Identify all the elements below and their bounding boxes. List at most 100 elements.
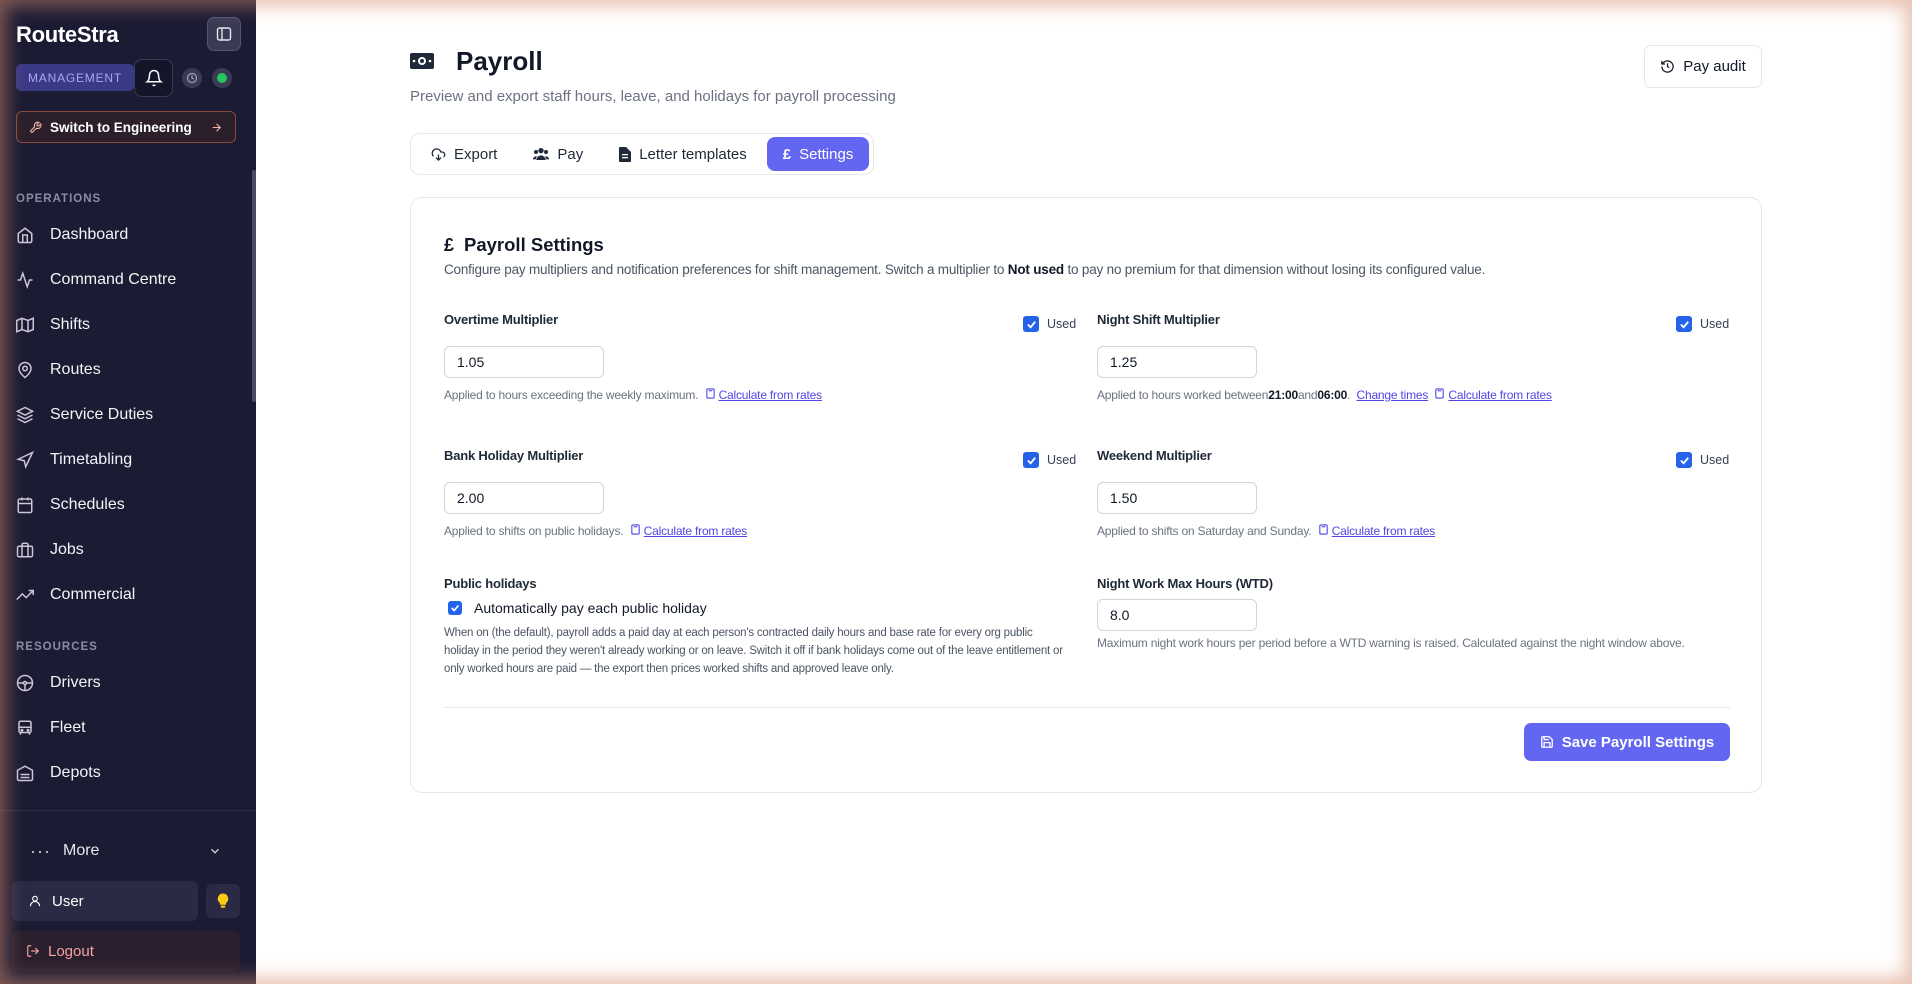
- tab-export[interactable]: Export: [415, 137, 513, 171]
- sidebar-item-jobs[interactable]: Jobs: [16, 535, 84, 565]
- night-shift-help: Applied to hours worked between 21:00 an…: [1097, 388, 1552, 402]
- calculator-icon: [705, 388, 716, 402]
- help-text: Applied to hours exceeding the weekly ma…: [444, 388, 699, 402]
- pay-audit-button[interactable]: Pay audit: [1644, 45, 1762, 88]
- sidebar-item-command-centre[interactable]: Command Centre: [16, 265, 176, 295]
- sidebar-item-label: Depots: [50, 764, 101, 781]
- checkbox-checked-icon: [1023, 316, 1039, 332]
- used-label: Used: [1047, 453, 1077, 467]
- settings-title: Payroll Settings: [464, 234, 604, 255]
- lightbulb-icon: [217, 893, 229, 908]
- banknote-icon: [410, 52, 434, 75]
- sidebar-item-drivers[interactable]: Drivers: [16, 668, 101, 698]
- history-icon: [1661, 60, 1674, 73]
- weekend-label: Weekend Multiplier: [1097, 448, 1212, 463]
- sidebar-item-label: Jobs: [50, 541, 84, 558]
- bank-holiday-used-checkbox[interactable]: Used: [1023, 452, 1076, 468]
- help-text: Applied to shifts on public holidays.: [444, 524, 624, 538]
- help-text: .: [1347, 388, 1351, 402]
- sidebar-scrollbar[interactable]: [252, 170, 256, 402]
- sidebar-item-depots[interactable]: Depots: [16, 758, 101, 788]
- used-label: Used: [1700, 317, 1730, 331]
- activity-icon: [16, 271, 38, 289]
- tab-letter-templates[interactable]: Letter templates: [603, 137, 763, 171]
- night-shift-label: Night Shift Multiplier: [1097, 312, 1220, 327]
- logout-button[interactable]: Logout: [12, 931, 240, 971]
- bell-icon: [144, 69, 163, 87]
- divider: [0, 810, 256, 811]
- calculate-from-rates-link[interactable]: Calculate from rates: [1318, 524, 1435, 538]
- sidebar-item-schedules[interactable]: Schedules: [16, 490, 125, 520]
- public-holidays-help: When on (the default), payroll adds a pa…: [444, 627, 1063, 675]
- chevron-down-icon: [211, 848, 219, 854]
- auto-pay-public-holiday-checkbox[interactable]: Automatically pay each public holiday: [444, 600, 707, 616]
- switch-to-engineering-button[interactable]: Switch to Engineering: [16, 111, 236, 143]
- notifications-button[interactable]: [134, 59, 173, 97]
- pay-audit-label: Pay audit: [1683, 58, 1746, 75]
- card-title: £ Payroll Settings: [444, 234, 604, 256]
- settings-description: Configure pay multipliers and notificati…: [444, 262, 1485, 277]
- tab-label: Settings: [799, 145, 854, 163]
- weekend-used-checkbox[interactable]: Used: [1676, 452, 1729, 468]
- bank-holiday-help: Applied to shifts on public holidays. Ca…: [444, 524, 747, 538]
- calculator-icon: [630, 524, 641, 538]
- arrow-right-icon: [212, 122, 222, 132]
- checkbox-checked-icon: [1676, 452, 1692, 468]
- more-menu-toggle[interactable]: ··· More: [30, 838, 222, 864]
- night-work-max-hours-input[interactable]: [1097, 599, 1257, 631]
- calculate-from-rates-link[interactable]: Calculate from rates: [630, 524, 747, 538]
- weekend-help: Applied to shifts on Saturday and Sunday…: [1097, 524, 1435, 538]
- desc-bold: Not used: [1007, 262, 1064, 277]
- link-label: Calculate from rates: [643, 524, 748, 538]
- checkbox-checked-icon: [1676, 316, 1692, 332]
- calendar-icon: [16, 496, 38, 514]
- sidebar-item-label: Routes: [50, 361, 101, 378]
- night-end-time: 06:00: [1317, 388, 1348, 402]
- change-times-link[interactable]: Change times: [1357, 388, 1429, 402]
- sidebar-item-label: Schedules: [50, 496, 125, 513]
- bank-holiday-multiplier-input[interactable]: [444, 482, 604, 514]
- help-text: Applied to hours worked between: [1097, 388, 1269, 402]
- user-menu-button[interactable]: User: [12, 881, 198, 921]
- overtime-used-checkbox[interactable]: Used: [1023, 316, 1076, 332]
- wrench-icon: [30, 121, 42, 133]
- calculate-from-rates-link[interactable]: Calculate from rates: [705, 388, 822, 402]
- layers-icon: [16, 406, 38, 424]
- divider: [444, 707, 1730, 708]
- tab-settings[interactable]: £ Settings: [766, 137, 870, 171]
- sidebar-item-dashboard[interactable]: Dashboard: [16, 220, 128, 250]
- switch-label: Switch to Engineering: [50, 119, 192, 135]
- collapse-sidebar-button[interactable]: [207, 17, 241, 51]
- section-operations: OPERATIONS: [16, 193, 102, 205]
- night-work-help: Maximum night work hours per period befo…: [1097, 636, 1685, 650]
- night-shift-multiplier-input[interactable]: [1097, 346, 1257, 378]
- user-icon: [29, 895, 41, 907]
- sidebar-item-commercial[interactable]: Commercial: [16, 580, 135, 610]
- section-resources: RESOURCES: [16, 641, 98, 653]
- sidebar-item-fleet[interactable]: Fleet: [16, 713, 86, 743]
- overtime-multiplier-input[interactable]: [444, 346, 604, 378]
- checkbox-label: Automatically pay each public holiday: [474, 600, 707, 616]
- calculate-from-rates-link[interactable]: Calculate from rates: [1434, 388, 1552, 402]
- steering-wheel-icon: [16, 674, 38, 692]
- brand-logo: RouteStra: [16, 22, 119, 47]
- tab-pay[interactable]: Pay: [517, 137, 599, 171]
- calculator-icon: [1318, 524, 1329, 538]
- sidebar-item-service-duties[interactable]: Service Duties: [16, 400, 153, 430]
- clock-icon[interactable]: [182, 68, 202, 88]
- logout-icon: [27, 945, 40, 957]
- help-text: and: [1297, 388, 1318, 402]
- save-payroll-settings-button[interactable]: Save Payroll Settings: [1524, 723, 1730, 761]
- night-shift-used-checkbox[interactable]: Used: [1676, 316, 1729, 332]
- sidebar-item-routes[interactable]: Routes: [16, 355, 101, 385]
- sidebar-item-timetabling[interactable]: Timetabling: [16, 445, 132, 475]
- tips-button[interactable]: [206, 884, 240, 918]
- sidebar-item-label: Service Duties: [50, 406, 154, 423]
- sidebar-item-label: Timetabling: [50, 451, 133, 468]
- sidebar-item-shifts[interactable]: Shifts: [16, 310, 90, 340]
- trending-up-icon: [16, 586, 38, 604]
- save-icon: [1540, 736, 1553, 748]
- weekend-multiplier-input[interactable]: [1097, 482, 1257, 514]
- map-icon: [16, 316, 38, 334]
- checkbox-checked-icon: [448, 601, 462, 615]
